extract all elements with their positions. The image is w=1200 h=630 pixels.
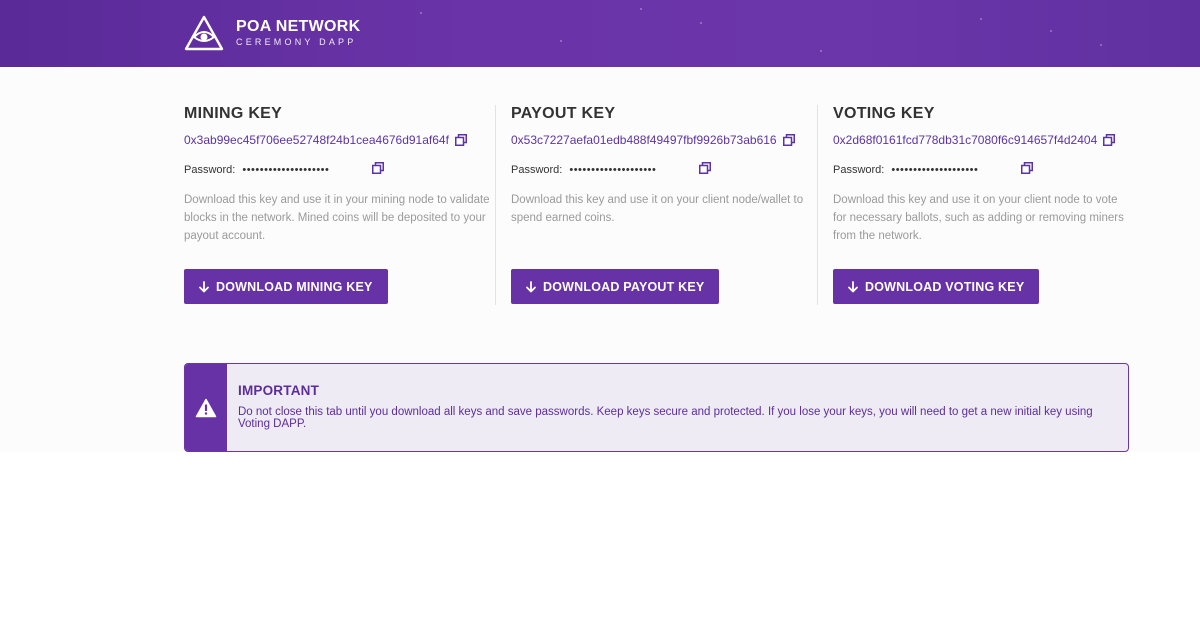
password-label: Password: (833, 164, 885, 176)
notice-text: Do not close this tab until you download… (238, 406, 1093, 430)
key-address-row: 0x2d68f0161fcd778db31c7080f6c914657f4d24… (833, 133, 1129, 147)
eye-triangle-icon (184, 15, 224, 51)
arrow-down-icon (848, 280, 858, 292)
copy-icon[interactable] (454, 134, 467, 146)
copy-icon[interactable] (372, 162, 385, 174)
button-label: DOWNLOAD PAYOUT KEY (543, 279, 705, 294)
key-title: PAYOUT KEY (511, 105, 616, 122)
header-decoration (420, 12, 422, 14)
keys-section: MINING KEY 0x3ab99ec45f706ee52748f24b1ce… (184, 105, 1129, 305)
notice-title: IMPORTANT (238, 383, 320, 398)
key-address-row: 0x53c7227aefa01edb488f49497fbf9926b73ab6… (511, 133, 806, 147)
notice-icon-bar (185, 364, 227, 451)
main-content: MINING KEY 0x3ab99ec45f706ee52748f24b1ce… (0, 67, 1200, 452)
column-divider (817, 105, 818, 305)
key-title: MINING KEY (184, 105, 283, 122)
voting-key-card: VOTING KEY 0x2d68f0161fcd778db31c7080f6c… (833, 105, 1129, 305)
column-divider (495, 105, 496, 305)
copy-icon[interactable] (699, 162, 712, 174)
header-decoration (640, 8, 642, 10)
important-notice: IMPORTANT Do not close this tab until yo… (184, 363, 1129, 452)
password-value: •••••••••••••••••••• (569, 164, 657, 176)
arrow-down-icon (526, 280, 536, 292)
warning-icon (195, 398, 217, 417)
download-voting-key-button[interactable]: DOWNLOAD VOTING KEY (833, 269, 1040, 304)
password-row: Password: •••••••••••••••••••• (184, 162, 495, 177)
arrow-down-icon (199, 280, 209, 292)
mining-key-card: MINING KEY 0x3ab99ec45f706ee52748f24b1ce… (184, 105, 495, 305)
key-description: Download this key and use it on your cli… (833, 194, 1124, 242)
copy-icon[interactable] (1103, 134, 1116, 146)
header-decoration (560, 40, 562, 42)
password-row: Password: •••••••••••••••••••• (511, 162, 806, 177)
password-value: •••••••••••••••••••• (242, 164, 330, 176)
password-value: •••••••••••••••••••• (891, 164, 979, 176)
app-header: POA NETWORK CEREMONY DAPP (0, 0, 1200, 67)
password-label: Password: (511, 164, 563, 176)
copy-icon[interactable] (1021, 162, 1034, 174)
payout-key-card: PAYOUT KEY 0x53c7227aefa01edb488f49497fb… (511, 105, 806, 305)
logo-subtitle: CEREMONY DAPP (236, 37, 357, 47)
key-address: 0x2d68f0161fcd778db31c7080f6c914657f4d24… (833, 133, 1098, 147)
header-decoration (820, 50, 822, 52)
password-row: Password: •••••••••••••••••••• (833, 162, 1129, 177)
key-address-row: 0x3ab99ec45f706ee52748f24b1cea4676d91af6… (184, 133, 495, 147)
header-decoration (700, 22, 702, 24)
key-description: Download this key and use it on your cli… (511, 194, 804, 224)
copy-icon[interactable] (782, 134, 795, 146)
key-address: 0x3ab99ec45f706ee52748f24b1cea4676d91af6… (184, 133, 449, 147)
key-title: VOTING KEY (833, 105, 935, 122)
key-address: 0x53c7227aefa01edb488f49497fbf9926b73ab6… (511, 133, 777, 147)
button-label: DOWNLOAD MINING KEY (216, 279, 373, 294)
key-description: Download this key and use it in your min… (184, 194, 490, 242)
button-label: DOWNLOAD VOTING KEY (865, 279, 1025, 294)
download-payout-key-button[interactable]: DOWNLOAD PAYOUT KEY (511, 269, 720, 304)
password-label: Password: (184, 164, 236, 176)
header-decoration (1050, 30, 1052, 32)
logo-title: POA NETWORK (236, 18, 361, 35)
header-decoration (1100, 44, 1102, 46)
header-decoration (980, 18, 982, 20)
logo[interactable]: POA NETWORK CEREMONY DAPP (184, 15, 360, 51)
download-mining-key-button[interactable]: DOWNLOAD MINING KEY (184, 269, 388, 304)
